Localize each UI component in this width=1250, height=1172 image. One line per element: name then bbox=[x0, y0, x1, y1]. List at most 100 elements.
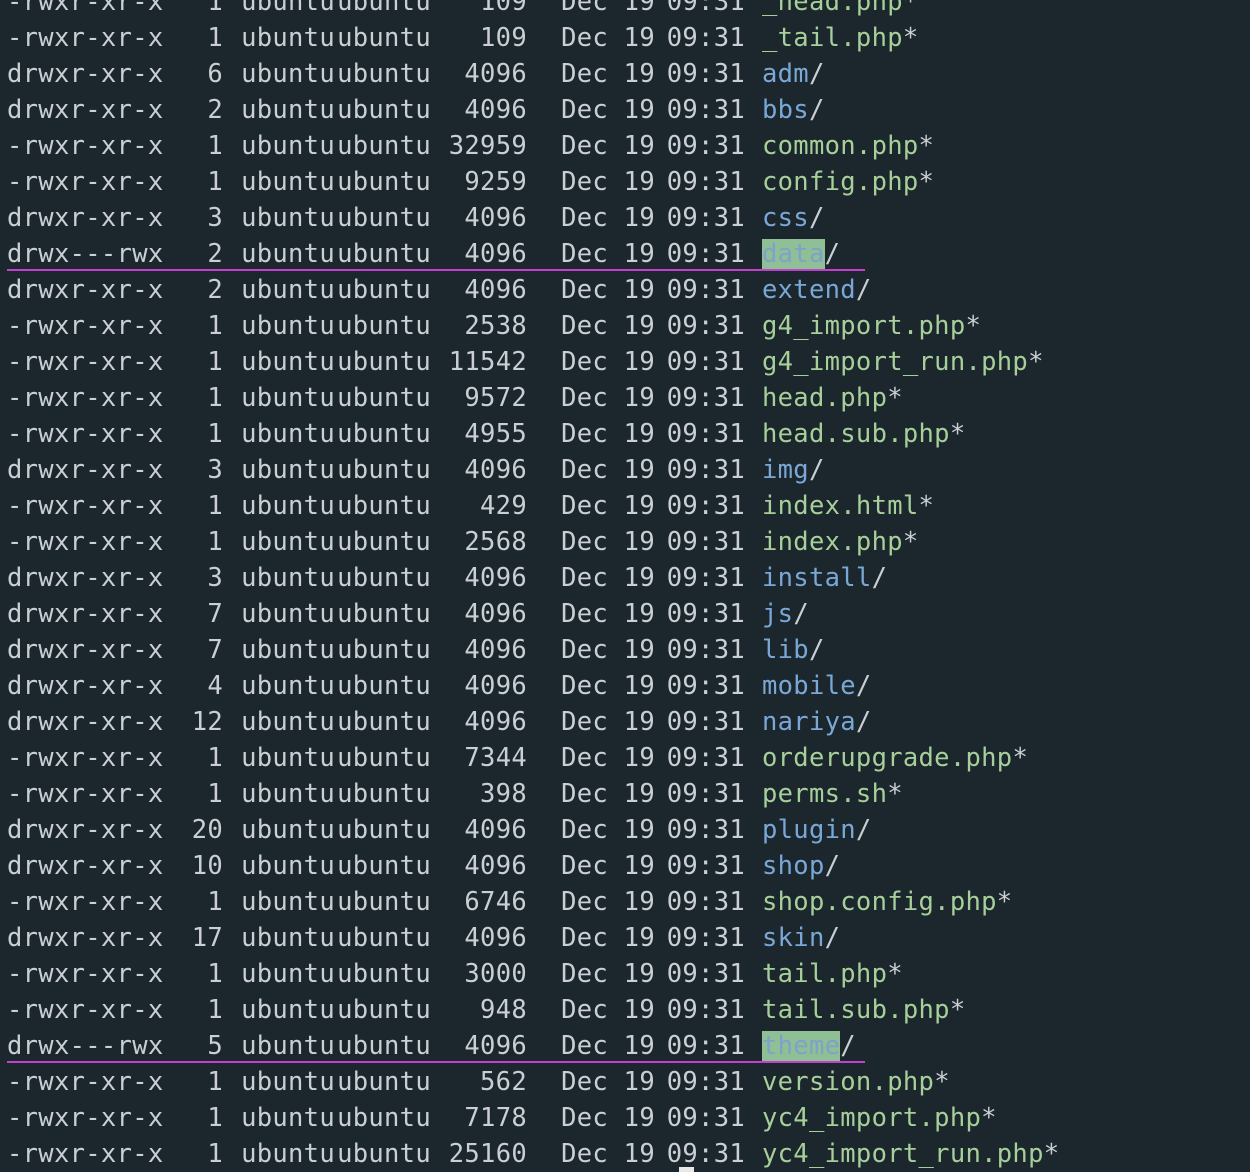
directory-suffix: / bbox=[824, 851, 841, 881]
group: ubuntu bbox=[337, 779, 431, 809]
listing-row: drwx---rwx 5 ubuntuubuntu 4096 Dec 19 09:31 th… bbox=[7, 1028, 1059, 1064]
directory-name[interactable]: nariya/ bbox=[762, 704, 872, 740]
file-size: 4096 bbox=[464, 851, 527, 881]
link-count: 5 bbox=[207, 1031, 223, 1061]
entry-name-text: theme bbox=[762, 1031, 841, 1061]
file-size: 4096 bbox=[464, 815, 527, 845]
modified-date: Dec 19 bbox=[561, 527, 655, 557]
file-name[interactable]: config.php* bbox=[762, 164, 934, 200]
link-count: 1 bbox=[207, 0, 223, 17]
directory-suffix: / bbox=[808, 203, 825, 233]
directory-name[interactable]: skin/ bbox=[762, 920, 840, 956]
file-size: 429 bbox=[480, 491, 527, 521]
directory-name[interactable]: lib/ bbox=[762, 632, 825, 668]
modified-time: 09:31 bbox=[666, 527, 745, 557]
file-size: 4096 bbox=[464, 95, 527, 125]
owner: ubuntu bbox=[241, 887, 335, 917]
file-name[interactable]: yc4_import.php* bbox=[762, 1100, 997, 1136]
file-name[interactable]: common.php* bbox=[762, 128, 934, 164]
directory-name[interactable]: img/ bbox=[762, 452, 825, 488]
group: ubuntu bbox=[337, 1031, 431, 1061]
modified-date: Dec 19 bbox=[561, 815, 655, 845]
listing-row: drwxr-xr-x 7 ubuntuubuntu 4096 Dec 19 09:31 js… bbox=[7, 596, 1059, 632]
listing-row: -rwxr-xr-x 1 ubuntuubuntu 4955 Dec 19 09:31 he… bbox=[7, 416, 1059, 452]
file-name[interactable]: yc4_import_run.php* bbox=[762, 1136, 1059, 1172]
group: ubuntu bbox=[337, 419, 431, 449]
owner: ubuntu bbox=[241, 527, 335, 557]
link-count: 10 bbox=[191, 851, 223, 881]
owner: ubuntu bbox=[241, 995, 335, 1025]
owner: ubuntu bbox=[241, 59, 335, 89]
directory-name[interactable]: data/ bbox=[762, 236, 840, 272]
modified-date: Dec 19 bbox=[561, 131, 655, 161]
link-count: 2 bbox=[207, 95, 223, 125]
directory-name[interactable]: js/ bbox=[762, 596, 809, 632]
link-count: 7 bbox=[207, 599, 223, 629]
permissions: drwxr-xr-x bbox=[7, 815, 164, 845]
group: ubuntu bbox=[337, 455, 431, 485]
file-name[interactable]: perms.sh* bbox=[762, 776, 903, 812]
permissions: drwx---rwx bbox=[7, 239, 164, 269]
directory-name[interactable]: adm/ bbox=[762, 56, 825, 92]
terminal-window[interactable]: -rwxr-xr-x 1 ubuntuubuntu 109 Dec 19 09:31 _he… bbox=[0, 0, 1250, 1172]
listing-row: -rwxr-xr-x 1 ubuntuubuntu 32959 Dec 19 09:31 c… bbox=[7, 128, 1059, 164]
file-size: 9572 bbox=[464, 383, 527, 413]
file-name[interactable]: _head.php* bbox=[762, 0, 919, 20]
file-name[interactable]: g4_import.php* bbox=[762, 308, 981, 344]
modified-time: 09:31 bbox=[666, 815, 745, 845]
directory-name[interactable]: theme/ bbox=[762, 1028, 856, 1064]
group: ubuntu bbox=[337, 95, 431, 125]
modified-date: Dec 19 bbox=[561, 1067, 655, 1097]
executable-suffix: * bbox=[934, 1067, 950, 1097]
entry-name-text: index.html bbox=[762, 491, 919, 521]
file-name[interactable]: index.php* bbox=[762, 524, 919, 560]
directory-suffix: / bbox=[808, 635, 825, 665]
directory-name[interactable]: bbs/ bbox=[762, 92, 825, 128]
file-size: 4096 bbox=[464, 635, 527, 665]
directory-name[interactable]: install/ bbox=[762, 560, 887, 596]
directory-name[interactable]: shop/ bbox=[762, 848, 840, 884]
listing-row: -rwxr-xr-x 1 ubuntuubuntu 11542 Dec 19 09:31 g… bbox=[7, 344, 1059, 380]
directory-name[interactable]: extend/ bbox=[762, 272, 872, 308]
executable-suffix: * bbox=[1012, 743, 1029, 773]
file-name[interactable]: g4_import_run.php* bbox=[762, 344, 1044, 380]
link-count: 1 bbox=[207, 491, 223, 521]
entry-name-text: adm bbox=[762, 59, 809, 89]
file-name[interactable]: version.php* bbox=[762, 1064, 950, 1100]
file-name[interactable]: orderupgrade.php* bbox=[762, 740, 1028, 776]
owner: ubuntu bbox=[241, 347, 335, 377]
modified-date: Dec 19 bbox=[561, 383, 655, 413]
file-name[interactable]: _tail.php* bbox=[762, 20, 919, 56]
link-count: 1 bbox=[207, 779, 223, 809]
modified-date: Dec 19 bbox=[561, 1139, 655, 1169]
directory-name[interactable]: mobile/ bbox=[762, 668, 872, 704]
modified-time: 09:31 bbox=[666, 887, 745, 917]
executable-suffix: * bbox=[918, 167, 935, 197]
group: ubuntu bbox=[337, 239, 431, 269]
permissions: -rwxr-xr-x bbox=[7, 167, 164, 197]
group: ubuntu bbox=[337, 995, 431, 1025]
modified-time: 09:31 bbox=[666, 923, 745, 953]
modified-time: 09:31 bbox=[666, 59, 745, 89]
listing-row: -rwxr-xr-x 1 ubuntuubuntu 429 Dec 19 09:31 ind… bbox=[7, 488, 1059, 524]
file-name[interactable]: shop.config.php* bbox=[762, 884, 1012, 920]
group: ubuntu bbox=[337, 707, 431, 737]
permissions: -rwxr-xr-x bbox=[7, 779, 164, 809]
directory-name[interactable]: css/ bbox=[762, 200, 825, 236]
file-name[interactable]: head.sub.php* bbox=[762, 416, 965, 452]
owner: ubuntu bbox=[241, 923, 335, 953]
permissions: drwxr-xr-x bbox=[7, 599, 164, 629]
permissions: -rwxr-xr-x bbox=[7, 959, 164, 989]
file-name[interactable]: tail.php* bbox=[762, 956, 903, 992]
file-name[interactable]: head.php* bbox=[762, 380, 903, 416]
entry-name-text: orderupgrade.php bbox=[762, 743, 1013, 773]
owner: ubuntu bbox=[241, 563, 335, 593]
entry-name-text: head.php bbox=[762, 383, 888, 413]
directory-name[interactable]: plugin/ bbox=[762, 812, 872, 848]
file-name[interactable]: tail.sub.php* bbox=[762, 992, 965, 1028]
entry-name-text: nariya bbox=[762, 707, 856, 737]
file-name[interactable]: index.html* bbox=[762, 488, 934, 524]
owner: ubuntu bbox=[241, 311, 335, 341]
entry-name-text: g4_import.php bbox=[762, 311, 966, 341]
permissions: drwx---rwx bbox=[7, 1031, 164, 1061]
